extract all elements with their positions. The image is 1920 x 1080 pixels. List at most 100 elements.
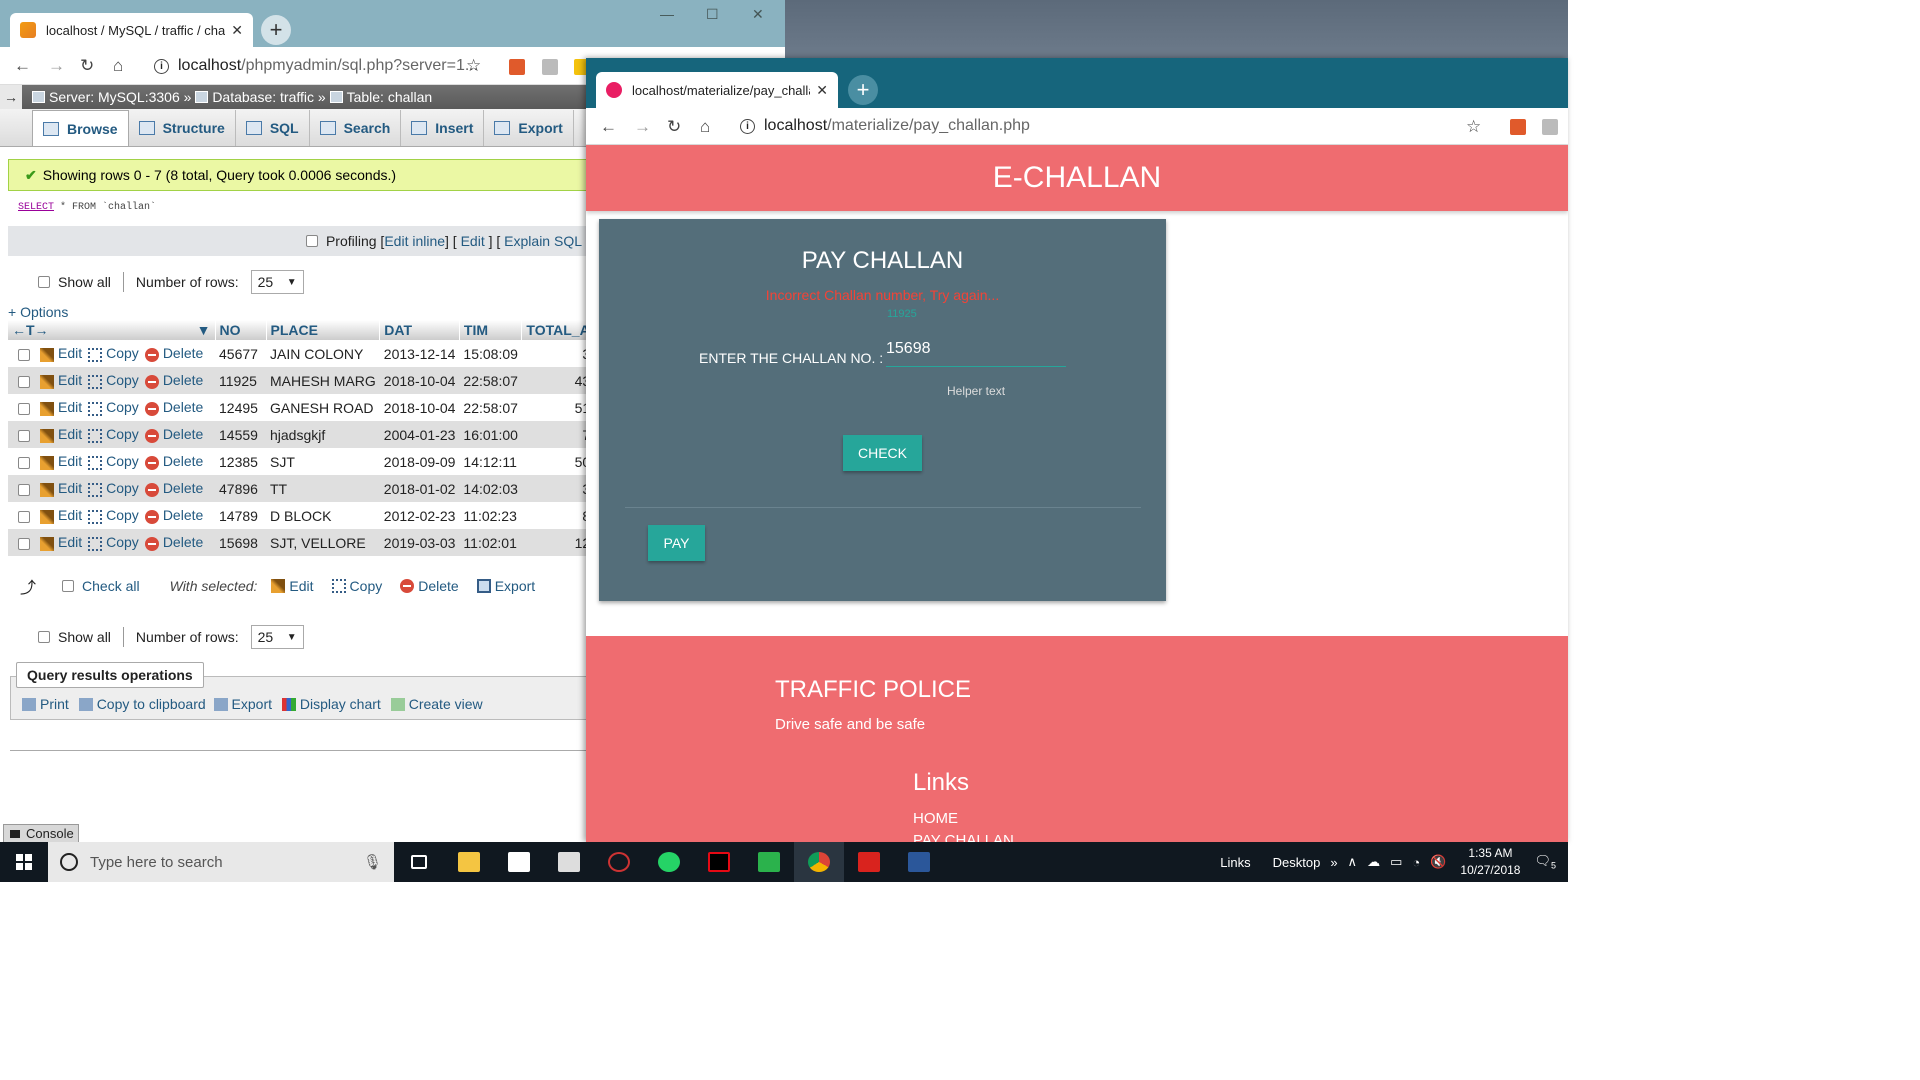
column-resize-handle[interactable]: ←T→ ▼: [8, 320, 216, 340]
whatsapp-icon[interactable]: [644, 842, 694, 882]
breadcrumb-database[interactable]: Database: traffic: [212, 89, 314, 105]
cell-place[interactable]: JAIN COLONY: [266, 340, 380, 367]
sort-arrow-icon[interactable]: ▼: [197, 322, 211, 338]
microphone-icon[interactable]: 🎙: [363, 853, 382, 871]
close-window-icon[interactable]: ✕: [752, 6, 764, 23]
word-icon[interactable]: [894, 842, 944, 882]
table-row[interactable]: Edit Copy Delete 47896TT2018-01-0214:02:033: [8, 475, 595, 502]
row-copy-link[interactable]: Copy: [106, 426, 139, 442]
tray-links[interactable]: Links: [1220, 855, 1250, 870]
cell-dat[interactable]: 2019-03-03: [379, 529, 460, 556]
row-checkbox[interactable]: [18, 429, 30, 442]
row-checkbox[interactable]: [18, 402, 30, 415]
cell-dat[interactable]: 2012-02-23: [379, 502, 460, 529]
extension-e-icon[interactable]: [1542, 119, 1558, 135]
green-app-icon[interactable]: [744, 842, 794, 882]
home-icon[interactable]: ⌂: [700, 117, 710, 137]
cell-dat[interactable]: 2018-09-09: [379, 448, 460, 475]
row-checkbox[interactable]: [18, 348, 30, 361]
row-delete-link[interactable]: Delete: [163, 507, 203, 523]
battery-icon[interactable]: ▭: [1390, 854, 1402, 870]
row-delete-link[interactable]: Delete: [163, 372, 203, 388]
table-row[interactable]: Edit Copy Delete 15698 SJT, VELLORE 2019-03-0…: [8, 529, 595, 556]
cell-total[interactable]: 3: [521, 340, 595, 367]
row-edit-link[interactable]: Edit: [58, 345, 82, 361]
options-link[interactable]: + Options: [8, 304, 68, 320]
rows-select-bottom[interactable]: 25 ▼: [250, 625, 304, 649]
cell-total[interactable]: 51: [521, 394, 595, 421]
row-edit-link[interactable]: Edit: [58, 534, 82, 550]
windows-start-icon[interactable]: [0, 842, 48, 882]
cell-no[interactable]: 15698: [215, 529, 266, 556]
column-header-no[interactable]: NO: [215, 320, 267, 340]
bulk-edit-link[interactable]: Edit: [289, 578, 313, 594]
column-header-place[interactable]: PLACE: [266, 320, 381, 340]
cell-dat[interactable]: 2018-10-04: [379, 367, 460, 394]
row-delete-link[interactable]: Delete: [163, 480, 203, 496]
export-link[interactable]: Export: [232, 696, 272, 712]
tab-insert[interactable]: Insert: [401, 110, 485, 146]
collapse-arrow-icon[interactable]: →: [0, 85, 22, 109]
tray-desktop[interactable]: Desktop: [1273, 855, 1321, 870]
row-copy-link[interactable]: Copy: [106, 453, 139, 469]
row-copy-link[interactable]: Copy: [106, 534, 139, 550]
table-row[interactable]: Edit Copy Delete 11925 MAHESH MARG 2018-10-04…: [8, 367, 595, 394]
row-copy-link[interactable]: Copy: [106, 345, 139, 361]
chevron-icon[interactable]: »: [1330, 855, 1337, 870]
console-tab[interactable]: Console: [3, 824, 79, 842]
row-edit-link[interactable]: Edit: [58, 399, 82, 415]
browser-tab-phpmyadmin[interactable]: localhost / MySQL / traffic / chall ✕: [10, 13, 253, 47]
cell-tim[interactable]: 11:02:01: [459, 529, 522, 556]
pay-button[interactable]: PAY: [648, 525, 705, 561]
maximize-icon[interactable]: ☐: [706, 6, 719, 23]
row-checkbox[interactable]: [18, 537, 30, 550]
footer-link-pay-challan[interactable]: PAY CHALLAN: [913, 832, 1014, 842]
row-checkbox[interactable]: [18, 510, 30, 523]
tab-export[interactable]: Export: [484, 110, 574, 146]
table-row[interactable]: Edit Copy Delete 12495 GANESH ROAD 2018-10-04…: [8, 394, 595, 421]
back-icon[interactable]: ←: [600, 117, 617, 137]
cell-no[interactable]: 12385: [215, 448, 266, 475]
browser-tab-pay-challan[interactable]: localhost/materialize/pay_challan ✕: [596, 72, 838, 108]
forward-icon[interactable]: →: [634, 117, 651, 137]
file-explorer-icon[interactable]: [444, 842, 494, 882]
bookmark-star-icon[interactable]: ☆: [466, 56, 481, 76]
row-delete-link[interactable]: Delete: [163, 399, 203, 415]
cell-dat[interactable]: 2004-01-23: [379, 421, 460, 448]
column-header-tim[interactable]: TIM: [459, 320, 523, 340]
print-link[interactable]: Print: [40, 696, 69, 712]
close-tab-icon[interactable]: ✕: [231, 22, 243, 39]
extension-e-icon[interactable]: [542, 59, 558, 75]
row-delete-link[interactable]: Delete: [163, 453, 203, 469]
cell-total[interactable]: 3: [521, 475, 595, 502]
cell-tim[interactable]: 15:08:09: [459, 340, 522, 367]
row-checkbox[interactable]: [18, 456, 30, 469]
reload-icon[interactable]: ↻: [667, 117, 681, 137]
row-copy-link[interactable]: Copy: [106, 480, 139, 496]
cell-no[interactable]: 12495: [215, 394, 266, 421]
notification-icon[interactable]: 🗨5: [1534, 853, 1556, 871]
check-all-link[interactable]: Check all: [82, 578, 140, 594]
table-row[interactable]: Edit Copy Delete 45677 JAIN COLONY 2013-12-14…: [8, 340, 595, 367]
column-header-total[interactable]: TOTAL_A: [521, 320, 595, 340]
task-view-icon[interactable]: [394, 842, 444, 882]
cell-tim[interactable]: 22:58:07: [459, 367, 522, 394]
row-edit-link[interactable]: Edit: [58, 372, 82, 388]
cell-place[interactable]: hjadsgkjf: [266, 421, 380, 448]
onedrive-icon[interactable]: ☁: [1367, 854, 1380, 870]
clock[interactable]: 1:35 AM 10/27/2018: [1460, 845, 1520, 879]
cell-tim[interactable]: 11:02:23: [459, 502, 522, 529]
mail-icon[interactable]: [544, 842, 594, 882]
cell-place[interactable]: TT: [266, 475, 380, 502]
cell-tim[interactable]: 14:12:11: [459, 448, 522, 475]
check-button[interactable]: CHECK: [843, 435, 922, 471]
tab-search[interactable]: Search: [310, 110, 402, 146]
breadcrumb-server[interactable]: Server: MySQL:3306: [49, 89, 180, 105]
cell-tim[interactable]: 14:02:03: [459, 475, 522, 502]
wifi-icon[interactable]: ◔: [1412, 855, 1420, 870]
copy-clipboard-link[interactable]: Copy to clipboard: [97, 696, 206, 712]
row-edit-link[interactable]: Edit: [58, 426, 82, 442]
bookmark-star-icon[interactable]: ☆: [1466, 117, 1481, 137]
cell-dat[interactable]: 2018-10-04: [379, 394, 460, 421]
app-spider-icon[interactable]: [594, 842, 644, 882]
